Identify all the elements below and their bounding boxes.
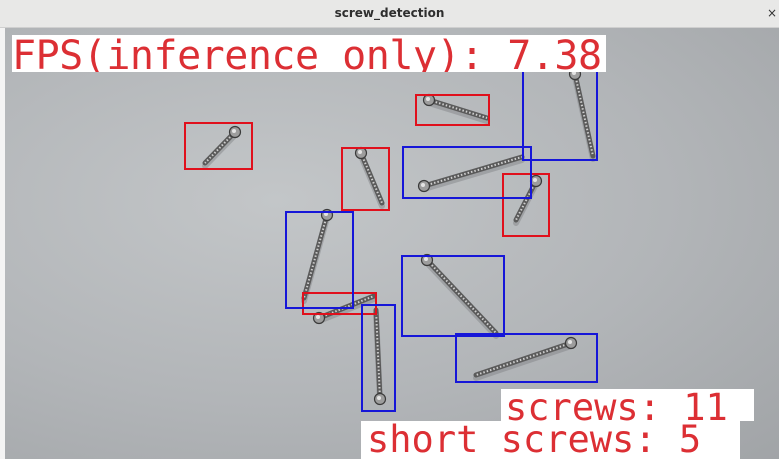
screw-count: screws: 11 — [501, 389, 754, 426]
screw-image — [473, 336, 578, 381]
close-icon[interactable]: × — [767, 6, 777, 20]
screw-image — [312, 293, 377, 325]
title-bar[interactable]: screw_detection × — [0, 0, 779, 28]
screw-image — [354, 146, 385, 209]
short-screw-count: short screws: 5 — [361, 421, 740, 459]
screw-image — [422, 93, 490, 124]
screw-image — [373, 307, 387, 406]
window-title: screw_detection — [334, 6, 445, 20]
camera-feed: FPS(inference only): 7.38 screws: 11 sho… — [5, 28, 779, 459]
fps-readout: FPS(inference only): 7.38 — [12, 35, 606, 72]
screw-image — [202, 125, 242, 169]
screw-image — [568, 67, 596, 162]
screw-image — [513, 174, 543, 226]
screw-image — [301, 208, 334, 304]
screw-image — [420, 253, 499, 339]
app-window: screw_detection × FPS(inference only): 7… — [0, 0, 779, 459]
